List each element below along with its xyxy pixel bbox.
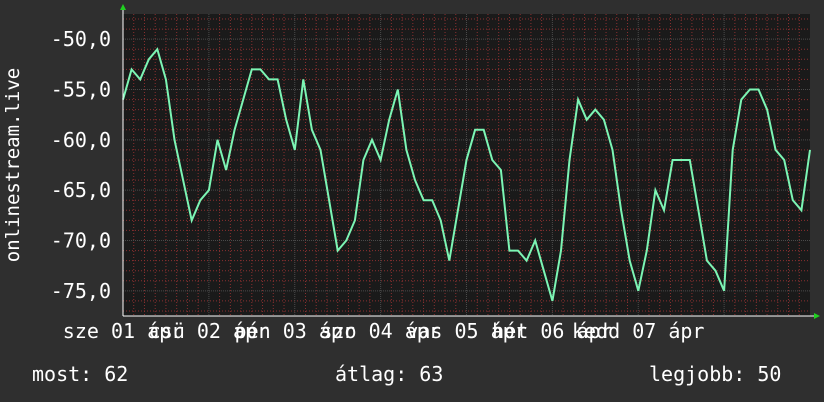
y-tick-label: -65,0 [51, 178, 111, 202]
y-tick-label: -60,0 [51, 128, 111, 152]
x-axis-arrow [814, 313, 820, 319]
current-value-label: most: 62 [32, 362, 129, 386]
chart-svg: -50,0 -55,0 -60,0 -65,0 -70,0 -75,0 sze 01 áp… [2, 4, 820, 343]
y-tick-labels: -50,0 -55,0 -60,0 -65,0 -70,0 -75,0 [51, 27, 111, 303]
x-tick-label: kedd 07 ápr [572, 319, 704, 343]
y-tick-label: -50,0 [51, 27, 111, 51]
y-axis-label: onlinestream.live [2, 68, 24, 262]
y-axis-arrow [120, 4, 126, 10]
average-value-label: átlag: 63 [335, 362, 444, 386]
y-tick-label: -70,0 [51, 229, 111, 253]
x-tick-labels: sze 01 áprcsü 02 áprpén 03 áprszo 04 ápr… [63, 319, 705, 343]
chart-container: -50,0 -55,0 -60,0 -65,0 -70,0 -75,0 sze 01 áp… [0, 0, 824, 402]
y-tick-label: -55,0 [51, 78, 111, 102]
y-tick-label: -75,0 [51, 279, 111, 303]
best-value-label: legjobb: 50 [649, 362, 782, 386]
